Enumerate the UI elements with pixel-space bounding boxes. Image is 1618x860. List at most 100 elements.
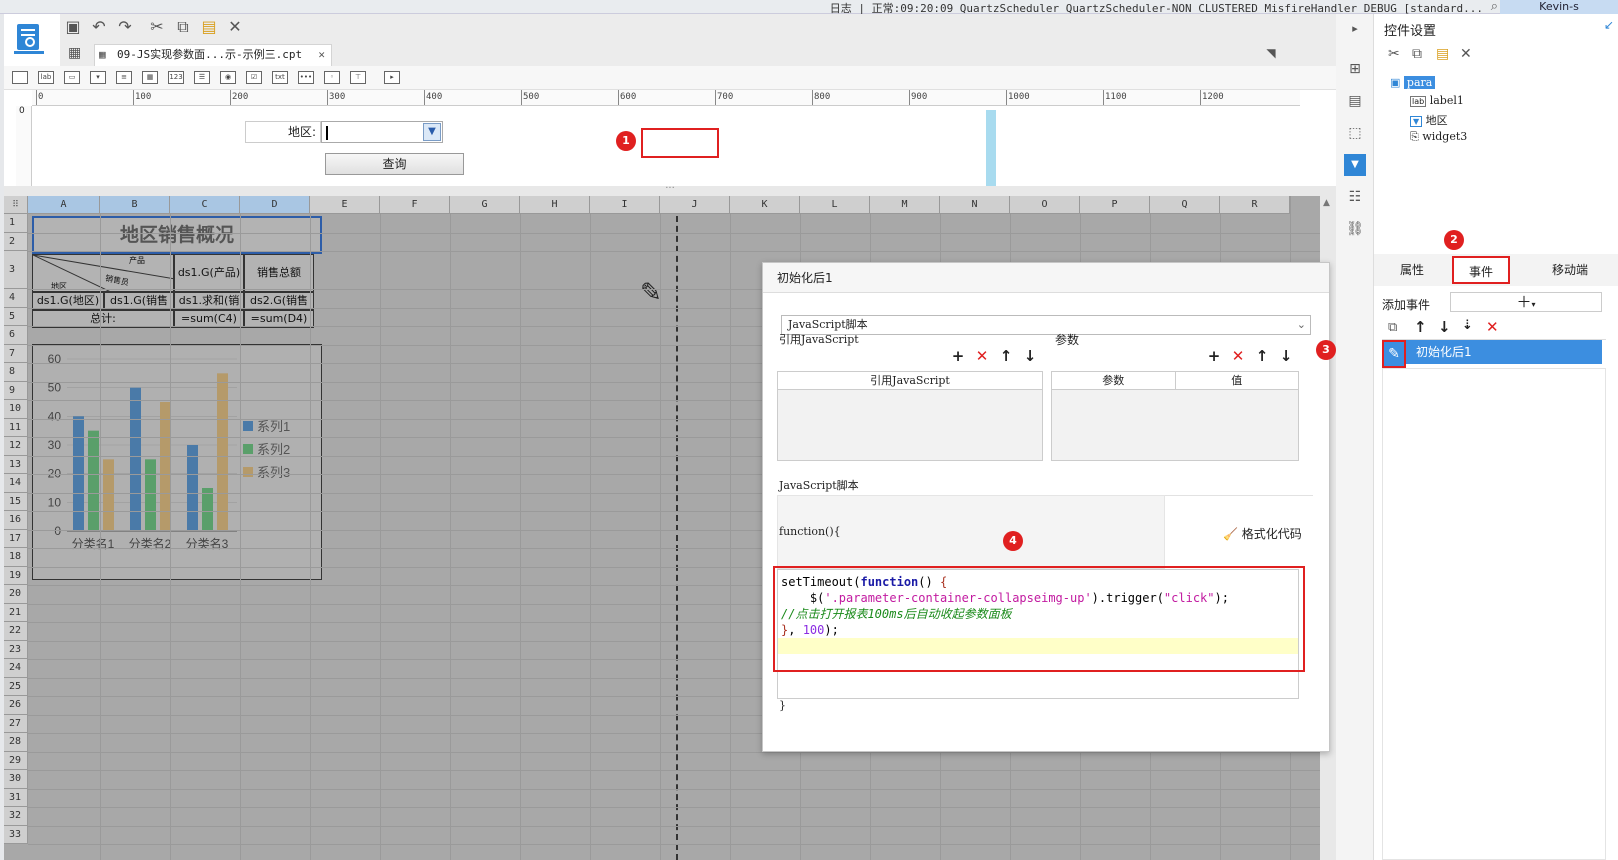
text-widget-icon[interactable]: txt	[272, 71, 288, 84]
delete-ref-js-icon[interactable]: ✕	[973, 347, 991, 365]
user-name[interactable]: Kevin-s	[1500, 0, 1618, 14]
row-header-30[interactable]: 30	[4, 770, 28, 789]
float-element-icon[interactable]: ⬚	[1344, 122, 1366, 144]
row-header-3[interactable]: 3	[4, 251, 28, 289]
column-header-O[interactable]: O	[1010, 196, 1080, 214]
column-header-A[interactable]: A	[28, 196, 100, 214]
row-header-17[interactable]: 17	[4, 529, 28, 548]
row-header-15[interactable]: 15	[4, 492, 28, 511]
chevron-down-icon[interactable]: ▼	[423, 123, 441, 141]
password-widget-icon[interactable]: •••	[298, 71, 314, 84]
row-header-26[interactable]: 26	[4, 696, 28, 715]
save-icon[interactable]: ▣	[62, 16, 84, 38]
row-header-10[interactable]: 10	[4, 400, 28, 419]
tab-properties[interactable]: 属性	[1374, 256, 1450, 284]
copy-event-icon[interactable]: ⧉	[1388, 320, 1397, 335]
delete-event-icon[interactable]: ✕	[1486, 318, 1499, 336]
search-icon[interactable]: ⌕	[1491, 0, 1498, 14]
param-table[interactable]: 参数 值	[1051, 371, 1299, 461]
paste-icon[interactable]: ▤	[1436, 46, 1449, 62]
cut-icon[interactable]: ✂	[146, 16, 168, 38]
widget-settings-icon[interactable]: ▼	[1344, 154, 1366, 176]
region-combobox[interactable]: ▼	[321, 121, 443, 143]
more-widgets-icon[interactable]: ▸	[384, 71, 400, 84]
tree-node-widget3[interactable]: ⎘ widget3	[1410, 130, 1467, 144]
undo-icon[interactable]: ↶	[88, 16, 110, 38]
column-header-I[interactable]: I	[590, 196, 660, 214]
row-header-22[interactable]: 22	[4, 622, 28, 641]
column-header-C[interactable]: C	[170, 196, 240, 214]
label-widget-icon[interactable]	[12, 71, 28, 84]
edit-event-icon[interactable]: ✎	[1382, 340, 1406, 368]
collapse-panel-icon[interactable]: ◥	[1260, 42, 1282, 64]
chevron-down-icon[interactable]: ⌄	[1297, 316, 1306, 334]
column-header-P[interactable]: P	[1080, 196, 1150, 214]
row-header-20[interactable]: 20	[4, 585, 28, 604]
script-type-select[interactable]: JavaScript脚本 ⌄	[781, 315, 1311, 335]
panel-boundary-marker[interactable]	[986, 110, 996, 186]
row-header-27[interactable]: 27	[4, 714, 28, 733]
column-header-K[interactable]: K	[730, 196, 800, 214]
lab-widget-icon[interactable]: lab	[38, 71, 54, 84]
app-menu-icon[interactable]	[14, 22, 44, 54]
chevron-right-icon[interactable]: ▸	[1344, 18, 1366, 40]
paste-icon[interactable]: ▤	[198, 16, 220, 38]
tree-node-region[interactable]: ▼ 地区	[1410, 112, 1448, 128]
event-item-init[interactable]: 初始化后1	[1406, 340, 1602, 364]
diagonal-header-cell[interactable]: 产品 销售员 地区	[32, 254, 174, 292]
move-up-icon[interactable]: ↑	[1414, 318, 1427, 336]
column-header-N[interactable]: N	[940, 196, 1010, 214]
row-header-32[interactable]: 32	[4, 807, 28, 826]
row-header-5[interactable]: 5	[4, 307, 28, 326]
column-header-L[interactable]: L	[800, 196, 870, 214]
row-header-1[interactable]: 1	[4, 214, 28, 233]
region-label[interactable]: 地区:	[245, 121, 321, 143]
column-header-Q[interactable]: Q	[1150, 196, 1220, 214]
condition-attr-icon[interactable]: ☷	[1344, 186, 1366, 208]
tree-widget-icon[interactable]: ⊤	[350, 71, 366, 84]
date-widget-icon[interactable]: ▦	[142, 71, 158, 84]
cell-attr-icon[interactable]: ⊞	[1344, 58, 1366, 80]
combobox-widget-icon[interactable]: ▾	[90, 71, 106, 84]
delete-icon[interactable]: ✕	[224, 16, 246, 38]
row-header-16[interactable]: 16	[4, 511, 28, 530]
row-header-8[interactable]: 8	[4, 363, 28, 382]
cell-element-icon[interactable]: ▤	[1344, 90, 1366, 112]
row-header-29[interactable]: 29	[4, 751, 28, 770]
row-header-11[interactable]: 11	[4, 418, 28, 437]
tree-item-widget3[interactable]: widget3	[1422, 130, 1467, 143]
row-header-12[interactable]: 12	[4, 437, 28, 456]
row-header-2[interactable]: 2	[4, 232, 28, 251]
column-header-J[interactable]: J	[660, 196, 730, 214]
chart-cell[interactable]: 0 10 20 30 40 50 60 分类名1 分类名2 分类名3 系列1 系列2 系列3	[32, 344, 322, 580]
add-event-button[interactable]: ＋▾	[1450, 292, 1602, 312]
row-header-13[interactable]: 13	[4, 455, 28, 474]
tree-item-para[interactable]: para	[1403, 76, 1436, 89]
add-param-icon[interactable]: +	[1205, 347, 1223, 365]
row-header-21[interactable]: 21	[4, 603, 28, 622]
column-header-M[interactable]: M	[870, 196, 940, 214]
grid-view-icon[interactable]: ▦	[68, 45, 88, 65]
move-down-icon[interactable]: ↓	[1438, 318, 1451, 336]
hyperlink-icon[interactable]: ⛓	[1344, 218, 1366, 240]
format-code-button[interactable]: 🧹 格式化代码	[1223, 525, 1302, 542]
select-all-corner[interactable]: ⠿	[4, 196, 28, 214]
row-header-28[interactable]: 28	[4, 733, 28, 752]
column-header-E[interactable]: E	[310, 196, 380, 214]
tree-item-region[interactable]: 地区	[1426, 114, 1448, 127]
row-header-14[interactable]: 14	[4, 474, 28, 493]
move-up-ref-js-icon[interactable]: ↑	[997, 347, 1015, 365]
row-header-33[interactable]: 33	[4, 825, 28, 844]
tab-mobile[interactable]: 移动端	[1528, 256, 1612, 284]
tree-item-label1[interactable]: label1	[1430, 94, 1464, 107]
move-down-ref-js-icon[interactable]: ↓	[1021, 347, 1039, 365]
row-header-23[interactable]: 23	[4, 640, 28, 659]
textarea-widget-icon[interactable]: ☰	[194, 71, 210, 84]
move-bottom-icon[interactable]: ⇣	[1462, 318, 1473, 333]
cut-icon[interactable]: ✂	[1388, 46, 1400, 62]
row-header-31[interactable]: 31	[4, 788, 28, 807]
column-header-F[interactable]: F	[380, 196, 450, 214]
tree-root[interactable]: ▣ para	[1390, 76, 1436, 89]
column-header-H[interactable]: H	[520, 196, 590, 214]
row-header-18[interactable]: 18	[4, 548, 28, 567]
